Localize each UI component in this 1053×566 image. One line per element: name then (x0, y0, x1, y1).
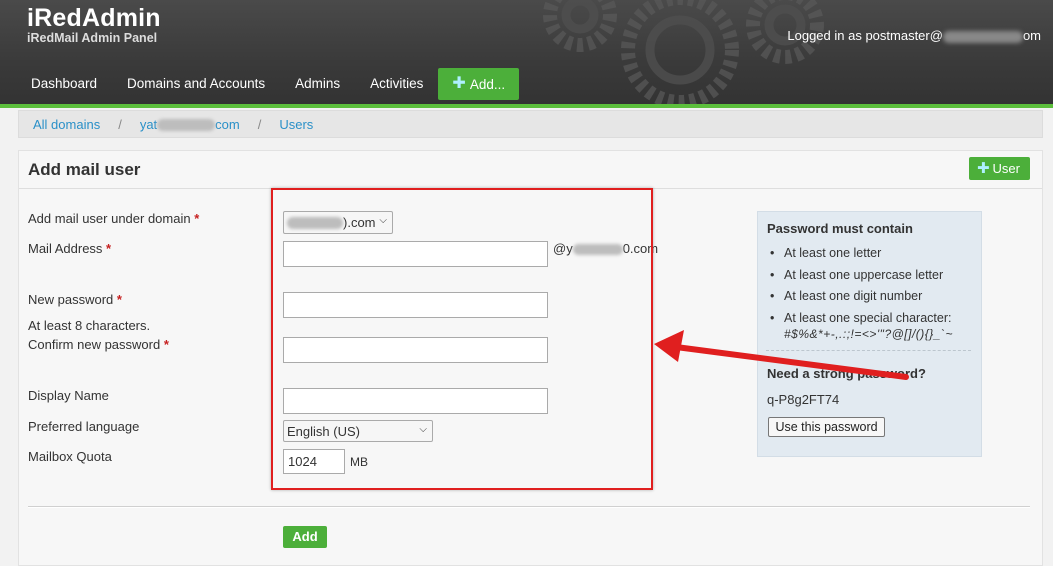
redacted-domain (157, 119, 216, 132)
nav-domains-and-accounts[interactable]: Domains and Accounts (112, 68, 280, 100)
required-mark: * (116, 292, 122, 307)
breadcrumb-separator: / (118, 116, 122, 132)
domain-label-text: Add mail user under domain (28, 211, 191, 226)
plus-icon: ✚ (976, 159, 990, 177)
top-header: iRedAdmin iRedMail Admin Panel Logged in… (0, 0, 1053, 104)
form-divider (28, 506, 1030, 508)
app-subtitle: iRedMail Admin Panel (27, 31, 158, 45)
use-password-button[interactable]: Use this password (768, 417, 885, 437)
plus-icon: ✚ (452, 75, 466, 92)
new-password-label: New password * (28, 292, 122, 307)
breadcrumb-all-domains[interactable]: All domains (33, 117, 100, 132)
highlight-box (271, 188, 653, 490)
new-password-label-text: New password (28, 292, 114, 307)
add-user-label: User (992, 161, 1020, 176)
main-nav: Dashboard Domains and Accounts Admins Ac… (16, 68, 520, 100)
app-title: iRedAdmin (27, 4, 161, 32)
password-rules-title: Password must contain (767, 221, 913, 236)
breadcrumb-domain-prefix: yat (139, 116, 158, 132)
list-item: At least one letter (770, 246, 951, 268)
breadcrumb: All domains / yat com / Users (18, 110, 1043, 138)
suggested-password: q-P8g2FT74 (767, 392, 840, 407)
header-accent-line (0, 104, 1053, 108)
nav-dashboard[interactable]: Dashboard (16, 68, 112, 100)
password-rules-box: Password must contain At least one lette… (757, 211, 982, 457)
domain-label: Add mail user under domain * (28, 211, 199, 226)
mail-address-label-text: Mail Address (28, 241, 103, 256)
page-title: Add mail user (28, 159, 141, 179)
required-mark: * (106, 241, 112, 256)
required-mark: * (194, 211, 200, 226)
breadcrumb-separator: / (257, 116, 262, 132)
nav-add-button[interactable]: ✚ Add... (438, 68, 520, 100)
display-name-label: Display Name (28, 388, 109, 403)
required-mark: * (163, 337, 169, 352)
nav-add-label: Add... (469, 76, 506, 92)
gears-decoration (543, 0, 824, 104)
special-characters: #$%&*+-,.:;!=<>'"?@[]/(){}_`~ (784, 327, 953, 341)
submit-add-button[interactable]: Add (283, 526, 327, 548)
password-rules-list: At least one letter At least one upperca… (770, 246, 951, 332)
confirm-password-label: Confirm new password * (28, 337, 169, 352)
redacted-email (942, 30, 1023, 43)
breadcrumb-users[interactable]: Users (279, 117, 313, 132)
breadcrumb-domain[interactable]: yat com (140, 117, 240, 132)
list-item: At least one uppercase letter (770, 268, 951, 290)
login-text: Logged in as postmaster@ (787, 28, 943, 43)
quota-label: Mailbox Quota (28, 449, 112, 464)
login-suffix: om (1022, 28, 1041, 43)
nav-admins[interactable]: Admins (280, 68, 355, 100)
language-label: Preferred language (28, 419, 140, 434)
mail-address-label: Mail Address * (28, 241, 111, 256)
breadcrumb-domain-suffix: com (215, 116, 240, 132)
panel-header: Add mail user (19, 151, 1042, 189)
list-item: At least one digit number (770, 289, 951, 311)
strong-password-prompt: Need a strong password? (767, 366, 926, 381)
dashed-divider (766, 350, 971, 351)
confirm-password-label-text: Confirm new password (28, 337, 161, 352)
nav-activities[interactable]: Activities (355, 68, 438, 100)
login-status: Logged in as postmaster@ om (787, 28, 1041, 43)
password-hint: At least 8 characters. (28, 318, 151, 333)
add-user-button[interactable]: ✚ User (968, 157, 1030, 180)
